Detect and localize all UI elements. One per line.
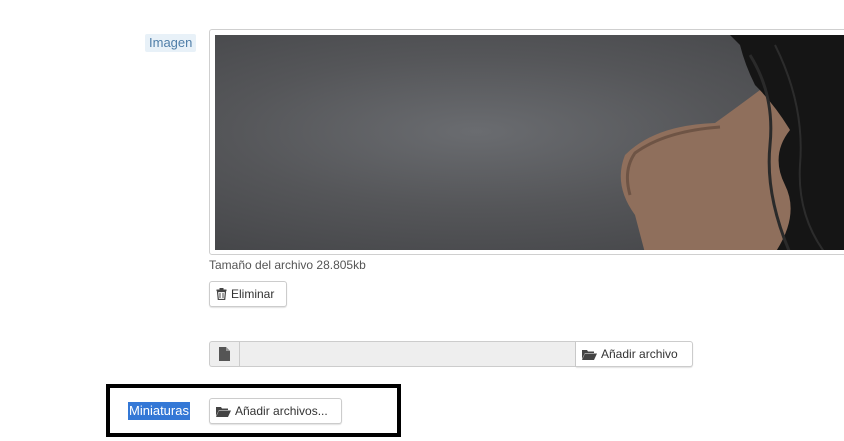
page: Imagen Tamaño del archivo 28.805kb Elimi… [0,0,844,441]
thumbnails-field-label: Miniaturas [128,402,190,420]
image-preview [215,35,844,250]
add-files-button-label: Añadir archivos... [235,404,328,418]
delete-button-label: Eliminar [231,287,275,301]
add-files-button[interactable]: Añadir archivos... [209,398,342,424]
folder-open-icon [216,406,231,417]
file-icon [219,347,230,361]
file-addon [209,341,239,367]
image-preview-frame [209,29,844,255]
delete-button[interactable]: Eliminar [209,281,287,307]
folder-open-icon [582,349,597,360]
add-file-button[interactable]: Añadir archivo [576,341,693,367]
add-file-button-label: Añadir archivo [601,347,678,361]
file-size-text: Tamaño del archivo 28.805kb [209,258,366,272]
file-name-field[interactable] [239,341,576,367]
image-preview-photo [620,35,844,250]
trash-icon [216,288,227,300]
file-upload-group: Añadir archivo [209,341,693,367]
image-field-label: Imagen [145,34,197,52]
